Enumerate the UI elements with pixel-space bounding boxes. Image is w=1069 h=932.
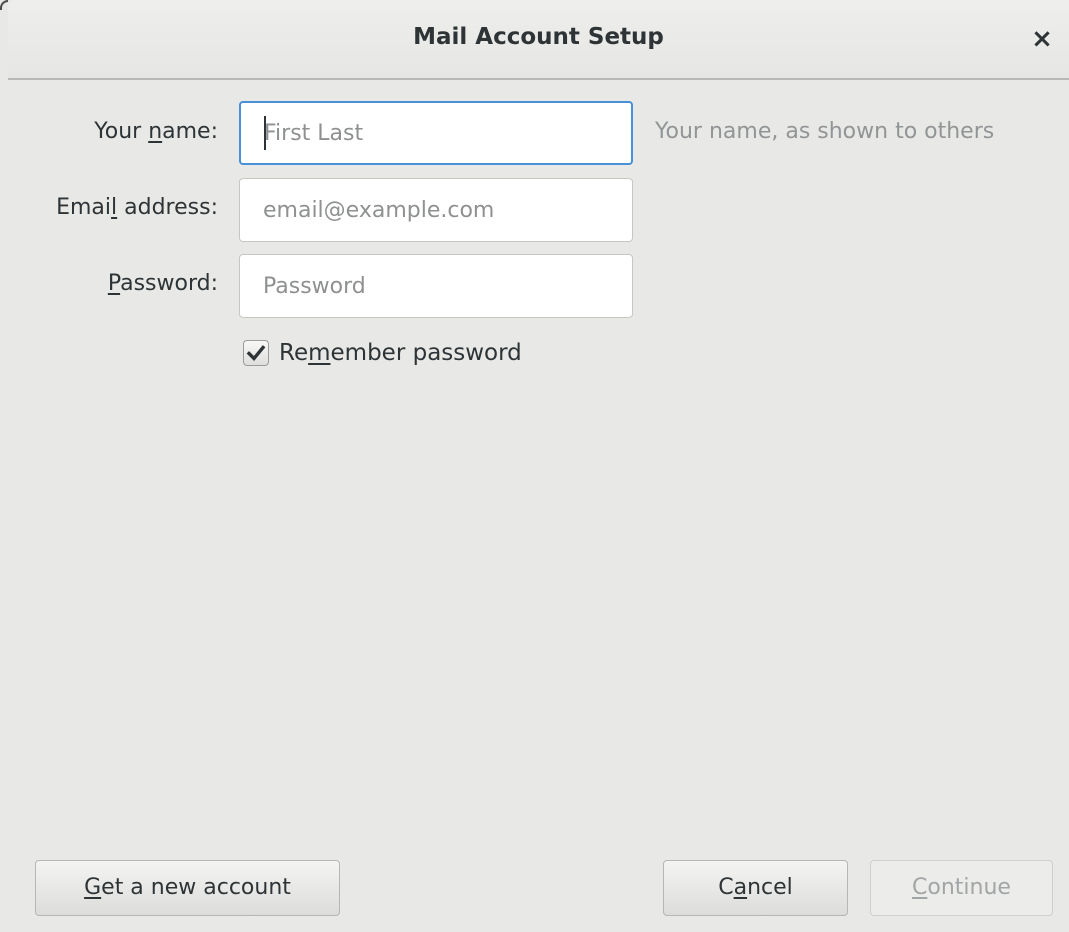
get-new-account-button[interactable]: Get a new account (35, 860, 340, 916)
name-field[interactable] (239, 101, 633, 165)
cancel-button[interactable]: Cancel (663, 860, 848, 916)
email-input[interactable] (240, 179, 632, 241)
close-button[interactable]: × (1027, 22, 1057, 56)
window-corner (0, 0, 8, 10)
mail-account-setup-dialog: Mail Account Setup × Your name: Your nam… (0, 0, 1069, 932)
text-caret (264, 116, 266, 150)
email-field[interactable] (239, 178, 633, 242)
name-hint: Your name, as shown to others (655, 119, 995, 144)
name-label: Your name: (94, 119, 218, 144)
title-bar: Mail Account Setup × (8, 0, 1069, 80)
password-field[interactable] (239, 254, 633, 318)
dialog-title: Mail Account Setup (413, 24, 664, 50)
remember-password-checkbox[interactable]: Remember password (243, 337, 522, 369)
remember-password-label[interactable]: Remember password (279, 340, 522, 366)
name-input[interactable] (241, 103, 631, 163)
checkmark-icon (246, 345, 266, 362)
checkbox[interactable] (243, 340, 269, 366)
password-label: Password: (107, 271, 218, 296)
close-icon: × (1031, 24, 1053, 54)
email-label: Email address: (56, 195, 218, 220)
password-input[interactable] (240, 255, 632, 317)
continue-button[interactable]: Continue (870, 860, 1053, 916)
